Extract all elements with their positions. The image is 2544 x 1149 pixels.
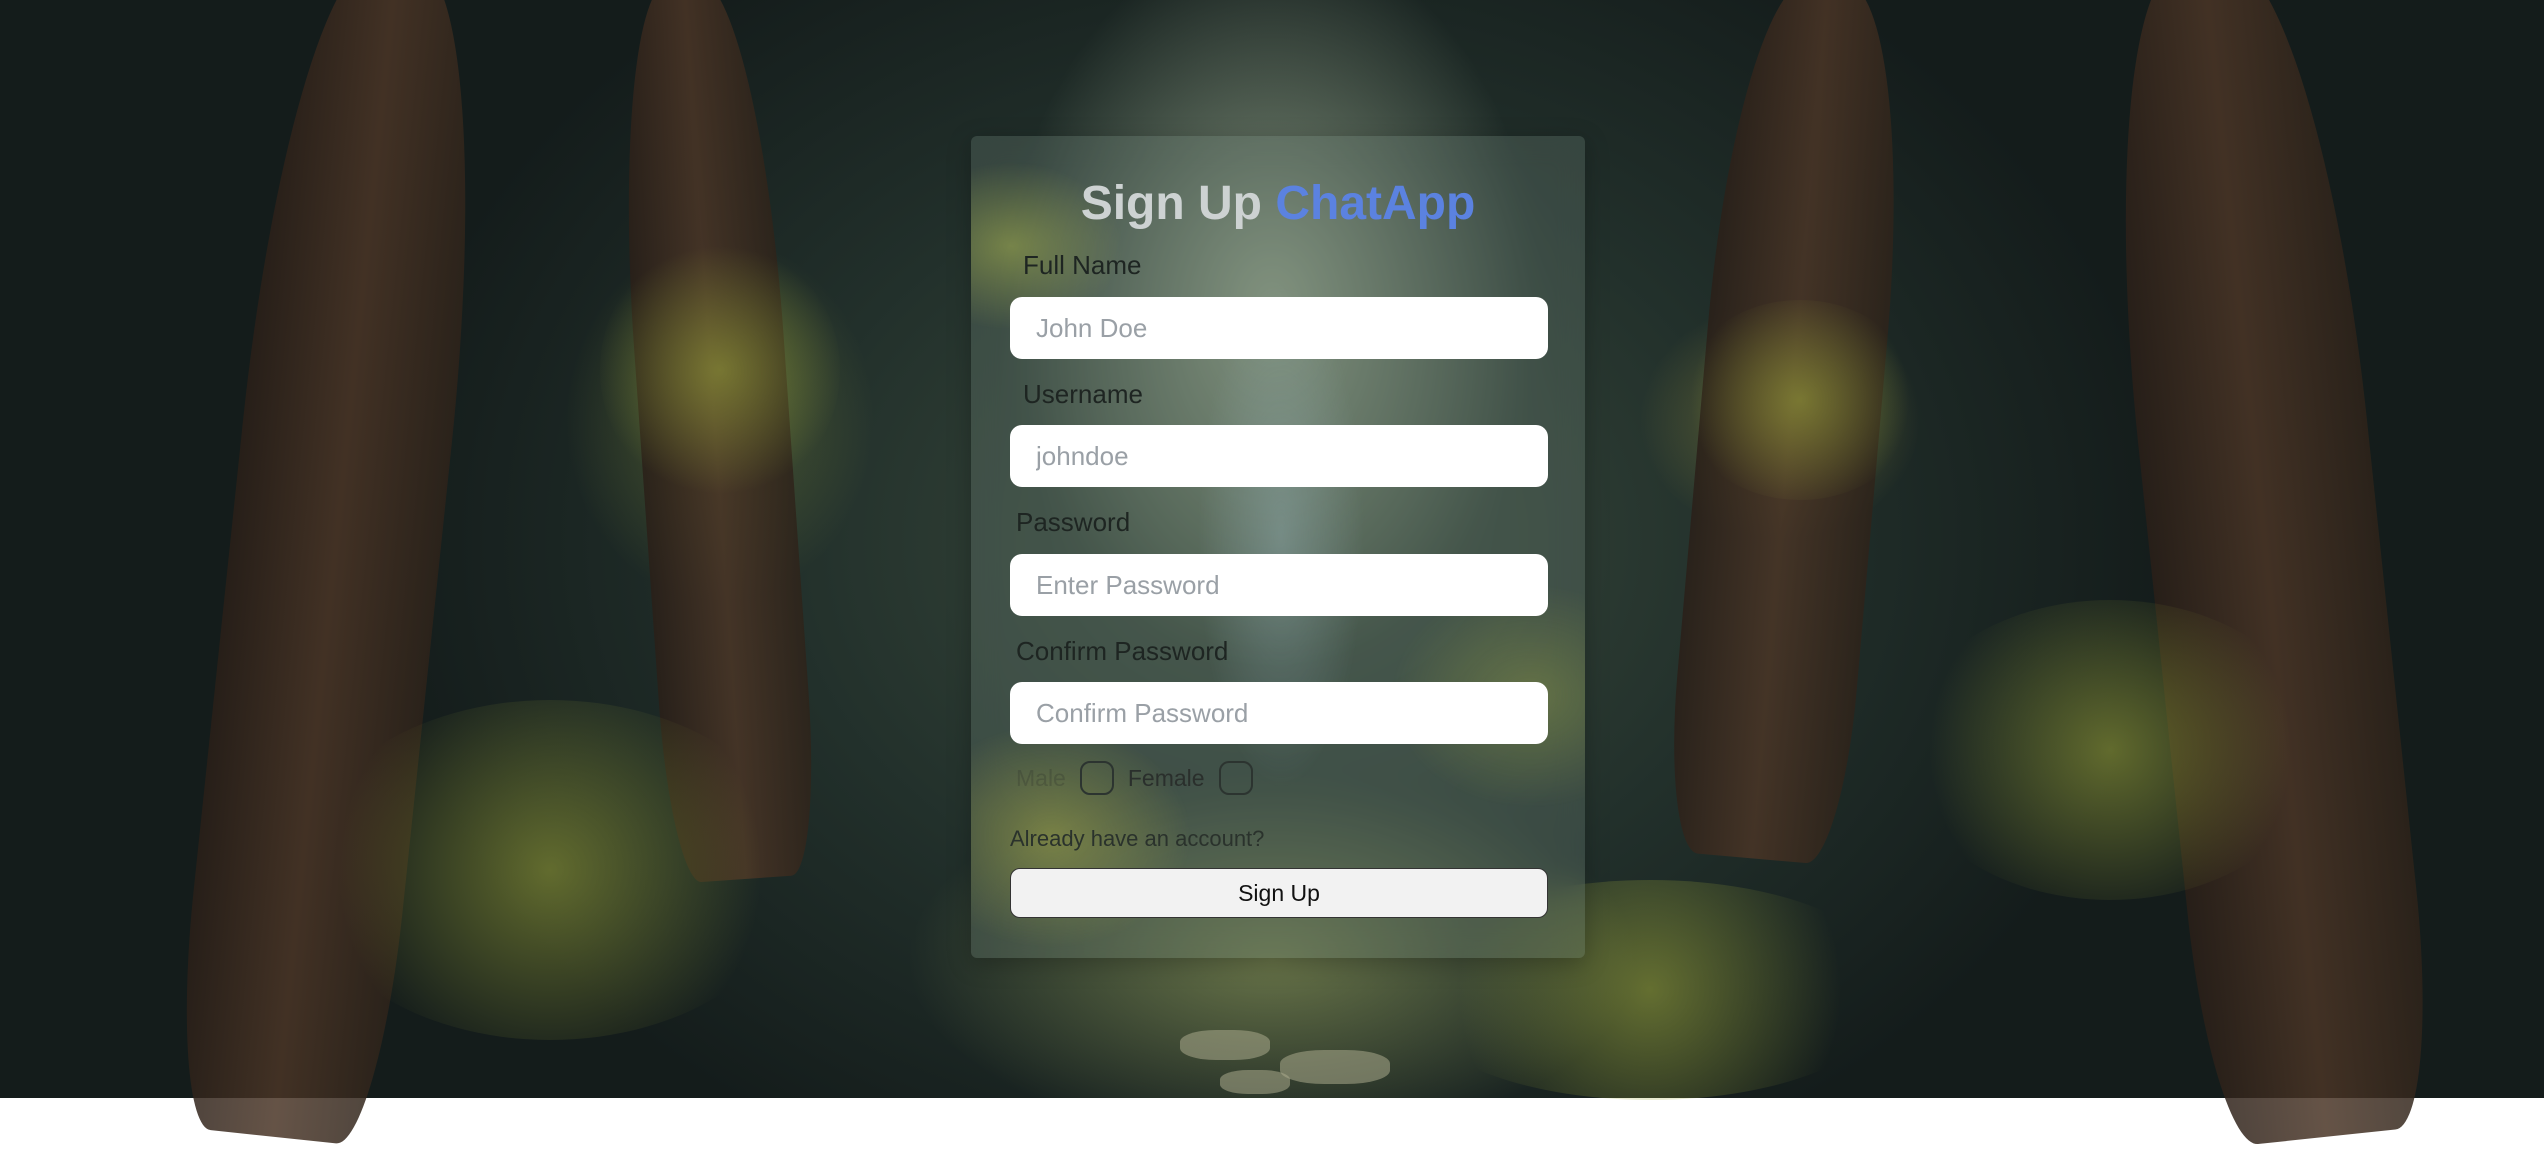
full-name-input[interactable] — [1010, 297, 1548, 359]
female-checkbox[interactable] — [1218, 761, 1253, 795]
password-label: Password — [1016, 507, 1131, 537]
foliage — [1680, 300, 1920, 500]
male-checkbox[interactable] — [1079, 761, 1114, 795]
username-label: Username — [1023, 379, 1143, 409]
tree-trunk-far-right — [2088, 0, 2442, 1149]
male-label: Male — [1016, 764, 1066, 791]
path-stone — [1180, 1030, 1270, 1060]
female-label: Female — [1127, 764, 1205, 791]
confirm-password-input[interactable] — [1010, 682, 1548, 744]
page-title: Sign Up ChatApp — [971, 170, 1585, 238]
path-stone — [1220, 1070, 1290, 1094]
title-signup: Sign Up — [1080, 177, 1262, 230]
path-stone — [1280, 1050, 1390, 1084]
foliage — [300, 700, 800, 1040]
username-input[interactable] — [1010, 425, 1548, 487]
gender-selector: Male Female — [1016, 758, 1267, 798]
foliage — [1900, 600, 2320, 900]
foliage — [600, 240, 840, 500]
signup-button[interactable]: Sign Up — [1010, 868, 1548, 918]
confirm-password-label: Confirm Password — [1016, 636, 1229, 666]
login-link[interactable]: Already have an account? — [1010, 826, 1264, 852]
title-brand: ChatApp — [1275, 177, 1476, 230]
full-name-label: Full Name — [1023, 250, 1142, 280]
password-input[interactable] — [1010, 554, 1548, 616]
